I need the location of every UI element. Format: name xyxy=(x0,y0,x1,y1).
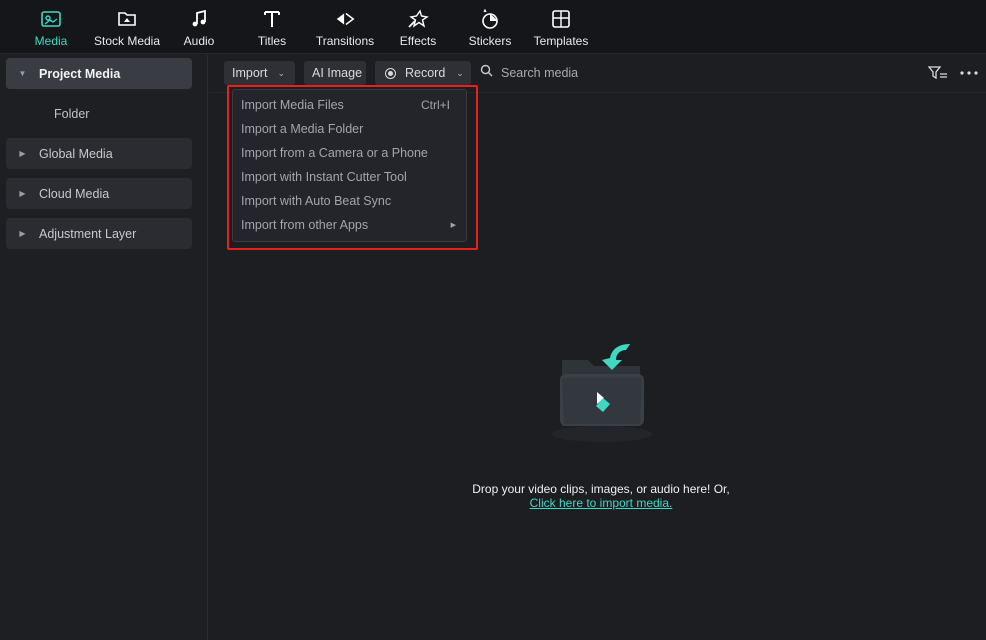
tab-media[interactable]: Media xyxy=(26,0,76,53)
menu-item-import-media-files[interactable]: Import Media Files Ctrl+I xyxy=(233,94,466,116)
menu-item-shortcut: Ctrl+I xyxy=(420,98,450,112)
import-dropdown-menu: Import Media Files Ctrl+I Import a Media… xyxy=(232,89,467,242)
transitions-icon xyxy=(334,8,356,30)
caret-right-icon: ▶ xyxy=(19,189,26,198)
templates-icon xyxy=(550,8,572,30)
caret-down-icon: ▼ xyxy=(18,69,27,78)
tab-label: Media xyxy=(34,34,68,48)
empty-state-text: Drop your video clips, images, or audio … xyxy=(472,482,730,496)
effects-icon xyxy=(407,8,429,30)
sidebar-item-label: Global Media xyxy=(39,146,113,161)
stickers-icon xyxy=(479,8,501,30)
import-button[interactable]: Import ⌄ xyxy=(224,61,295,85)
ai-image-button[interactable]: AI Image xyxy=(304,61,366,85)
menu-item-import-media-folder[interactable]: Import a Media Folder xyxy=(233,118,466,140)
caret-right-icon: ▶ xyxy=(19,149,26,158)
menu-item-import-auto-beat-sync[interactable]: Import with Auto Beat Sync xyxy=(233,190,466,212)
tab-templates[interactable]: Templates xyxy=(528,0,594,53)
caret-right-icon: ▶ xyxy=(19,229,26,238)
tab-label: Stock Media xyxy=(93,34,161,48)
chevron-down-icon: ⌄ xyxy=(277,67,285,78)
menu-item-label: Import a Media Folder xyxy=(241,122,364,136)
menu-item-import-instant-cutter[interactable]: Import with Instant Cutter Tool xyxy=(233,166,466,188)
record-button[interactable]: Record ⌄ xyxy=(375,61,471,85)
sidebar-item-label: Cloud Media xyxy=(39,186,110,201)
tab-label: Templates xyxy=(533,34,589,48)
filter-icon[interactable] xyxy=(928,64,948,82)
more-options-icon[interactable] xyxy=(959,64,979,82)
tab-titles[interactable]: Titles xyxy=(242,0,302,53)
sidebar-item-folder[interactable]: Folder xyxy=(54,107,89,121)
menu-item-label: Import from a Camera or a Phone xyxy=(241,146,428,160)
top-toolbar: Media Stock Media Audio Titles Transitio… xyxy=(0,0,986,54)
tab-label: Transitions xyxy=(315,34,375,48)
menu-item-label: Import with Instant Cutter Tool xyxy=(241,170,407,184)
music-note-icon xyxy=(188,8,210,30)
ai-image-label: AI Image xyxy=(312,66,363,80)
import-folder-illustration xyxy=(540,336,660,456)
record-icon xyxy=(385,67,396,79)
import-label: Import xyxy=(232,66,268,80)
record-label: Record xyxy=(405,66,446,80)
stock-media-icon xyxy=(116,8,138,30)
sidebar-item-adjustment-layer[interactable]: ▶ Adjustment Layer xyxy=(6,218,192,249)
media-toolbar: Import ⌄ AI Image Record ⌄ xyxy=(209,55,986,93)
sidebar-item-global-media[interactable]: ▶ Global Media xyxy=(6,138,192,169)
submenu-arrow-icon: ▶ xyxy=(450,222,456,229)
menu-item-import-other-apps[interactable]: Import from other Apps ▶ xyxy=(233,214,466,236)
tab-effects[interactable]: Effects xyxy=(390,0,446,53)
search-box xyxy=(480,61,701,85)
chevron-down-icon: ⌄ xyxy=(456,67,464,78)
tab-audio[interactable]: Audio xyxy=(174,0,224,53)
tab-label: Effects xyxy=(399,34,437,48)
tab-label: Stickers xyxy=(468,34,512,48)
tab-label: Audio xyxy=(183,34,215,48)
menu-item-label: Import Media Files xyxy=(241,98,344,112)
tab-stock-media[interactable]: Stock Media xyxy=(80,0,174,53)
titles-icon xyxy=(261,8,283,30)
media-icon xyxy=(40,8,62,30)
menu-item-label: Import from other Apps xyxy=(241,218,369,232)
media-sidebar: ▼ Project Media Folder ▶ Global Media ▶ … xyxy=(0,55,208,640)
tab-stickers[interactable]: Stickers xyxy=(460,0,520,53)
sidebar-item-project-media[interactable]: ▼ Project Media xyxy=(6,58,192,89)
search-input[interactable] xyxy=(501,66,701,80)
tab-label: Titles xyxy=(257,34,287,48)
tab-transitions[interactable]: Transitions xyxy=(310,0,380,53)
sidebar-item-cloud-media[interactable]: ▶ Cloud Media xyxy=(6,178,192,209)
import-media-link[interactable]: Click here to import media. xyxy=(420,496,782,510)
sidebar-item-label: Project Media xyxy=(39,66,121,81)
search-icon xyxy=(480,64,493,82)
sidebar-item-label: Adjustment Layer xyxy=(39,226,137,241)
menu-item-import-camera-phone[interactable]: Import from a Camera or a Phone xyxy=(233,142,466,164)
menu-item-label: Import with Auto Beat Sync xyxy=(241,194,392,208)
